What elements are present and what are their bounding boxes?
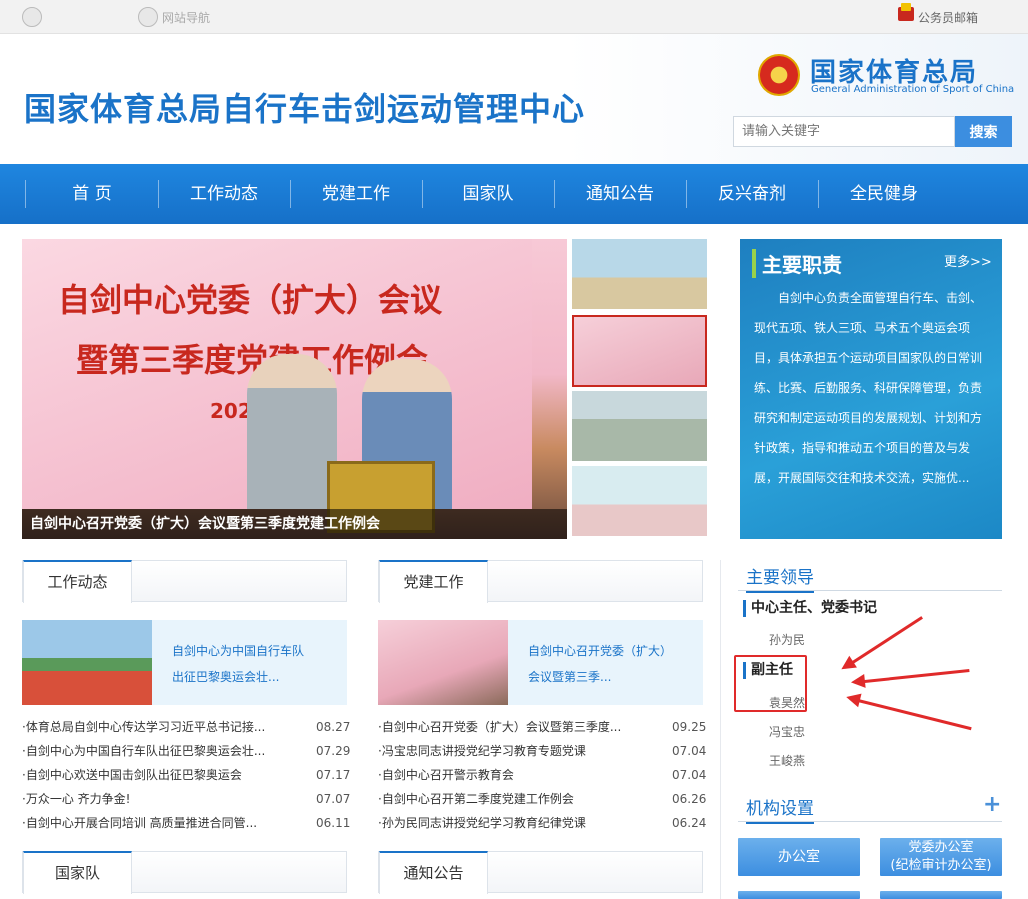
work-news-featured-image[interactable]: [22, 620, 152, 705]
leader-name[interactable]: 冯宝忠: [769, 723, 805, 740]
nav-home[interactable]: 首 页: [26, 164, 158, 224]
org-button-partial[interactable]: [880, 891, 1002, 899]
home-icon[interactable]: [22, 7, 42, 27]
main-duties-panel: 主要职责 更多>> 自剑中心负责全面管理自行车、击剑、现代五项、铁人三项、马术五…: [740, 239, 1002, 539]
site-header: 国家体育总局自行车击剑运动管理中心 国家体育总局 General Adminis…: [0, 34, 1028, 164]
plus-icon[interactable]: +: [983, 792, 1001, 817]
site-title[interactable]: 国家体育总局自行车击剑运动管理中心: [24, 84, 585, 130]
thumbnail-2[interactable]: [572, 315, 707, 387]
org-title: 机构设置: [746, 794, 814, 824]
civil-servant-mail-link[interactable]: 公务员邮箱: [918, 9, 978, 26]
org-party-office-button[interactable]: 党委办公室 (纪检审计办公室): [880, 838, 1002, 876]
nav-fitness[interactable]: 全民健身: [818, 164, 950, 224]
leaders-divider: [738, 590, 1002, 591]
party-news-featured-image[interactable]: [378, 620, 508, 705]
org-office-button[interactable]: 办公室: [738, 838, 860, 876]
column-divider: [720, 560, 721, 899]
site-nav-link[interactable]: 网站导航: [162, 9, 210, 26]
tab-notice[interactable]: 通知公告: [379, 851, 488, 894]
nav-notice[interactable]: 通知公告: [554, 164, 686, 224]
org-party-office-line2: (纪检审计办公室): [890, 858, 992, 873]
hero-caption[interactable]: 自剑中心召开党委（扩大）会议暨第三季度党建工作例会: [22, 509, 567, 539]
top-bar: 网站导航 公务员邮箱: [0, 0, 1028, 34]
work-news-featured-title[interactable]: 自剑中心为中国自行车队出征巴黎奥运会壮...: [172, 638, 312, 690]
search-button[interactable]: 搜索: [955, 116, 1012, 147]
national-team-tabbar: 国家队: [22, 851, 347, 894]
tab-work-news[interactable]: 工作动态: [23, 560, 132, 603]
thumbnail-4[interactable]: [572, 466, 707, 536]
nav-national-team[interactable]: 国家队: [422, 164, 554, 224]
work-news-featured[interactable]: 自剑中心为中国自行车队出征巴黎奥运会壮...: [22, 620, 347, 705]
annotation-arrow: [854, 668, 970, 684]
org-divider: [738, 821, 1002, 822]
work-news-list: ·体育总局自剑中心传达学习习近平总书记接... 08.27 ·自剑中心为中国自行车…: [22, 720, 351, 830]
party-news-tabbar: 党建工作: [378, 560, 703, 603]
leaders-title: 主要领导: [746, 563, 814, 593]
tab-party-work[interactable]: 党建工作: [379, 560, 488, 603]
party-news-featured[interactable]: 自剑中心召开党委（扩大）会议暨第三季...: [378, 620, 703, 705]
nav-work-news[interactable]: 工作动态: [158, 164, 290, 224]
party-news-list: ·自剑中心召开党委（扩大）会议暨第三季度... 09.25 ·冯宝忠同志讲授党纪学…: [378, 720, 707, 830]
leader-role-director: 中心主任、党委书记: [743, 600, 877, 617]
duties-text: 自剑中心负责全面管理自行车、击剑、现代五项、铁人三项、马术五个奥运会项目，具体承…: [754, 291, 983, 485]
hero-slide[interactable]: 自剑中心党委（扩大）会议 暨第三季度党建工作例会 2024 自剑中心召开党委（扩…: [22, 239, 567, 539]
search-input[interactable]: [733, 116, 955, 147]
nav-party-work[interactable]: 党建工作: [290, 164, 422, 224]
nav-anti-doping[interactable]: 反兴奋剂: [686, 164, 818, 224]
main-nav: 首 页 工作动态 党建工作 国家队 通知公告 反兴奋剂 全民健身: [0, 164, 1028, 224]
org-button-partial[interactable]: [738, 891, 860, 899]
logo-text-en: General Administration of Sport of China: [811, 84, 1015, 95]
national-emblem-icon: [758, 54, 800, 96]
tab-national-team[interactable]: 国家队: [23, 851, 132, 894]
duties-more-link[interactable]: 更多>>: [944, 251, 992, 270]
notice-tabbar: 通知公告: [378, 851, 703, 894]
hero-screen-line1: 自剑中心党委（扩大）会议: [58, 281, 443, 319]
duties-title: 主要职责: [752, 249, 842, 278]
site-nav-icon[interactable]: [138, 7, 158, 27]
thumbnail-1[interactable]: [572, 239, 707, 309]
org-party-office-line1: 党委办公室: [908, 840, 974, 855]
highlight-box: [734, 655, 807, 712]
mail-icon[interactable]: [898, 3, 914, 21]
party-news-featured-title[interactable]: 自剑中心召开党委（扩大）会议暨第三季...: [528, 638, 668, 690]
annotation-arrow: [849, 697, 972, 731]
annotation-arrow: [844, 616, 923, 669]
leader-name[interactable]: 王峻燕: [769, 752, 805, 769]
thumbnail-3[interactable]: [572, 391, 707, 461]
leader-name[interactable]: 孙为民: [769, 631, 805, 648]
photo-person-left: [247, 354, 337, 509]
work-news-tabbar: 工作动态: [22, 560, 347, 603]
